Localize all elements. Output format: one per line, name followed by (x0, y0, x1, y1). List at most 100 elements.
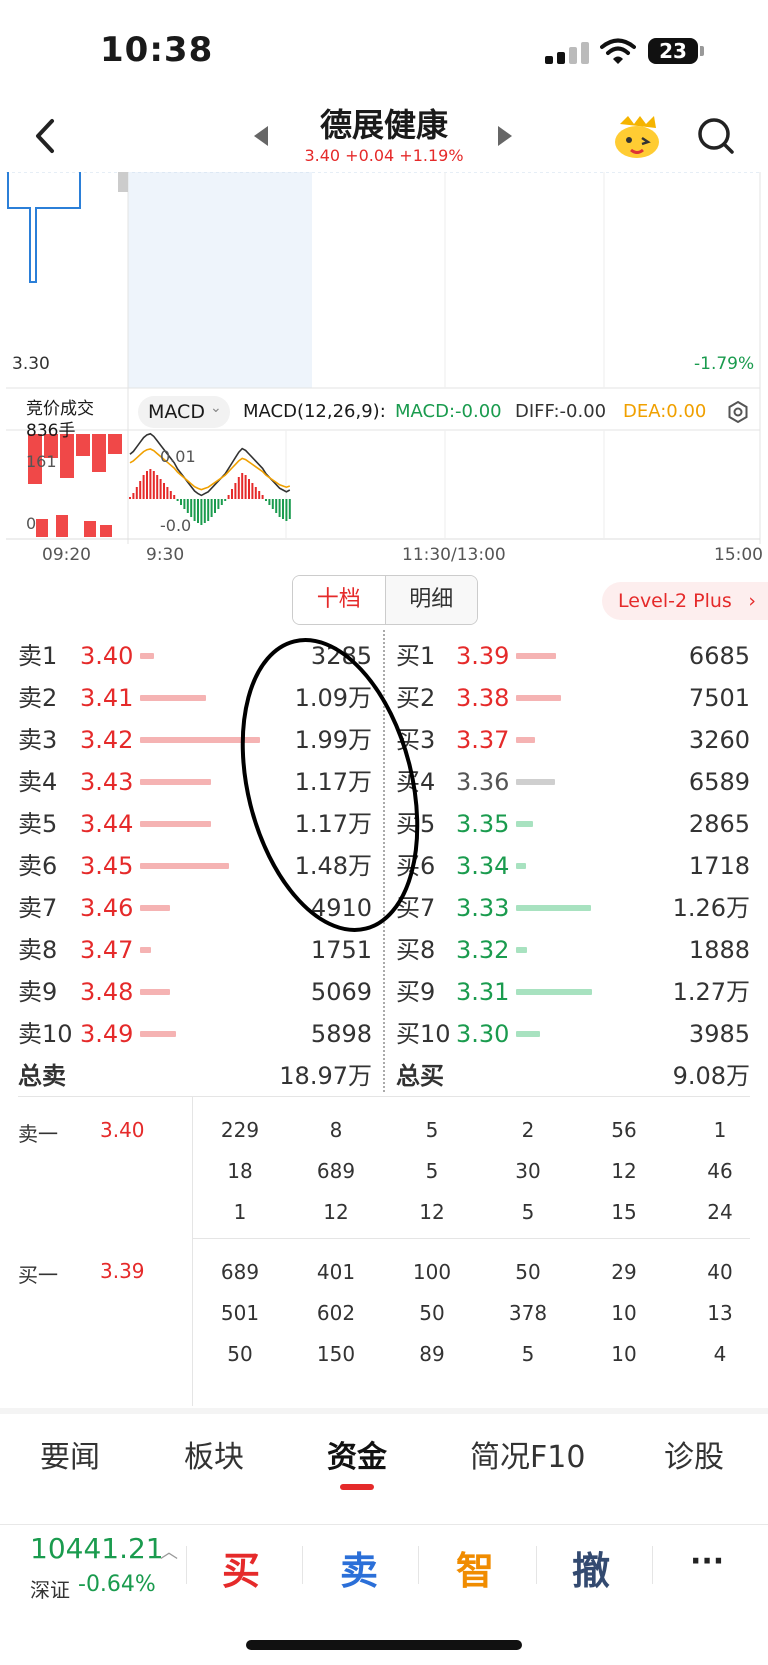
level2-label: Level-2 Plus (618, 590, 732, 612)
level-volume: 3985 (688, 1020, 750, 1048)
auction-volume-bar (100, 525, 112, 537)
bid-row[interactable]: 买3 3.37 3260 (378, 719, 750, 761)
volume-bar (140, 1031, 176, 1037)
level-price: 3.35 (456, 810, 510, 838)
previous-stock-arrow-icon[interactable] (254, 126, 268, 146)
bid-row[interactable]: 买2 3.38 7501 (378, 677, 750, 719)
volume-bar (516, 1031, 540, 1037)
level2-plus-button[interactable]: Level-2 Plus › (602, 582, 768, 620)
next-stock-arrow-icon[interactable] (498, 126, 512, 146)
more-button[interactable]: ··· (690, 1544, 724, 1579)
level-price: 3.30 (456, 1020, 510, 1048)
total-bid-label: 总买 (396, 1062, 444, 1090)
queue-bid-cell: 50 (227, 1342, 253, 1366)
level-volume: 6589 (688, 768, 750, 796)
queue-ask-cell: 18 (227, 1159, 253, 1183)
level-label: 卖10 (18, 1020, 73, 1048)
tab-news[interactable]: 要闻 (40, 1432, 100, 1476)
bid-row[interactable]: 买4 3.36 6589 (378, 761, 750, 803)
volume-bar (140, 653, 154, 659)
queue-bid-price: 3.39 (100, 1259, 145, 1283)
tab-detail[interactable]: 明细 (385, 576, 477, 624)
search-icon[interactable] (696, 116, 736, 156)
level-label: 卖5 (18, 810, 58, 838)
level-volume: 6685 (688, 642, 750, 670)
index-value[interactable]: 10441.21 (30, 1532, 164, 1565)
ask-row[interactable]: 卖9 3.48 5069 (0, 971, 375, 1013)
tab-sectors[interactable]: 板块 (184, 1432, 244, 1476)
bid-row[interactable]: 买8 3.32 1888 (378, 929, 750, 971)
tab-f10[interactable]: 简况F10 (470, 1432, 585, 1476)
time-axis-label: 9:30 (146, 545, 185, 565)
volume-bar (140, 989, 170, 995)
chevron-down-icon: ⌄ (210, 400, 222, 416)
auction-volume-bar (76, 434, 90, 456)
indicator-select[interactable]: MACD ⌄ (138, 396, 230, 428)
action-separator (536, 1546, 537, 1584)
order-book-totals: 总卖 18.97万 总买 9.08万 (0, 1056, 768, 1092)
level-label: 买9 (396, 978, 436, 1006)
mascot-icon[interactable] (612, 112, 662, 160)
chevron-up-icon[interactable]: ︿ (160, 1538, 178, 1564)
level-price: 3.34 (456, 852, 510, 880)
bid-row[interactable]: 买7 3.33 1.26万 (378, 887, 750, 929)
depth-detail-toggle[interactable]: 十档 明细 (292, 575, 478, 625)
queue-bid-cell: 13 (707, 1301, 733, 1325)
volume-bar (140, 695, 206, 701)
sell-button[interactable]: 卖 (340, 1540, 378, 1595)
ask-row[interactable]: 卖10 3.49 5898 (0, 1013, 375, 1055)
queue-ask-cell: 12 (323, 1200, 349, 1224)
level-volume: 5069 (310, 978, 372, 1006)
settings-gear-icon[interactable] (726, 400, 750, 424)
bid-row[interactable]: 买9 3.31 1.27万 (378, 971, 750, 1013)
buy-button[interactable]: 买 (222, 1540, 260, 1595)
tab-diagnosis[interactable]: 诊股 (664, 1432, 724, 1476)
level-volume: 1718 (688, 852, 750, 880)
chevron-right-icon: › (748, 590, 756, 612)
hand-drawn-oval-annotation (240, 638, 420, 932)
volume-bar (516, 905, 591, 911)
level-price: 3.39 (456, 642, 510, 670)
price-axis-label: 3.30 (12, 354, 50, 374)
queue-ask-cell: 24 (707, 1200, 733, 1224)
bid-row[interactable]: 买1 3.39 6685 (378, 635, 750, 677)
level-label: 买10 (396, 1020, 451, 1048)
tab-funds[interactable]: 资金 (327, 1432, 387, 1476)
volume-bar (516, 779, 555, 785)
toolbar-divider (0, 1524, 768, 1525)
bid-row[interactable]: 买6 3.34 1718 (378, 845, 750, 887)
volume-bar (140, 863, 229, 869)
cancel-order-button[interactable]: 撤 (572, 1540, 610, 1595)
queue-bid-label: 买一 (18, 1263, 58, 1287)
queue-ask-cell: 2 (521, 1118, 535, 1142)
bid-row[interactable]: 买5 3.35 2865 (378, 803, 750, 845)
intraday-chart[interactable]: 3.30 -1.79% 竞价成交 836手 MACD ⌄ MACD(12,26,… (0, 172, 768, 565)
action-separator (302, 1546, 303, 1584)
bid-row[interactable]: 买10 3.30 3985 (378, 1013, 750, 1055)
level-price: 3.41 (80, 684, 134, 712)
queue-bid-cell: 10 (611, 1301, 637, 1325)
pct-axis-label: -1.79% (694, 354, 755, 374)
queue-bid-cell: 100 (412, 1260, 452, 1284)
queue-ask-cell: 229 (220, 1118, 260, 1142)
level-label: 卖8 (18, 936, 58, 964)
level-volume: 3260 (688, 726, 750, 754)
time-axis-label: 11:30/13:00 (402, 545, 506, 565)
queue-ask-price: 3.40 (100, 1118, 145, 1142)
queue-bid-cell: 4 (713, 1342, 727, 1366)
back-chevron-icon[interactable] (30, 118, 60, 154)
queue-bid-cell: 378 (508, 1301, 548, 1325)
queue-bid-cell: 40 (707, 1260, 733, 1284)
smart-button[interactable]: 智 (456, 1540, 494, 1595)
queue-ask-cell: 15 (611, 1200, 637, 1224)
battery-level: 23 (648, 38, 698, 64)
level-label: 卖9 (18, 978, 58, 1006)
macd-axis-top: 0.01 (160, 447, 196, 466)
level-price: 3.33 (456, 894, 510, 922)
auction-volume-bar (56, 515, 68, 537)
volume-bar (140, 947, 151, 953)
level-price: 3.36 (456, 768, 510, 796)
tab-ten-levels[interactable]: 十档 (293, 576, 386, 624)
queue-ask-cell: 689 (316, 1159, 356, 1183)
level-price: 3.32 (456, 936, 510, 964)
